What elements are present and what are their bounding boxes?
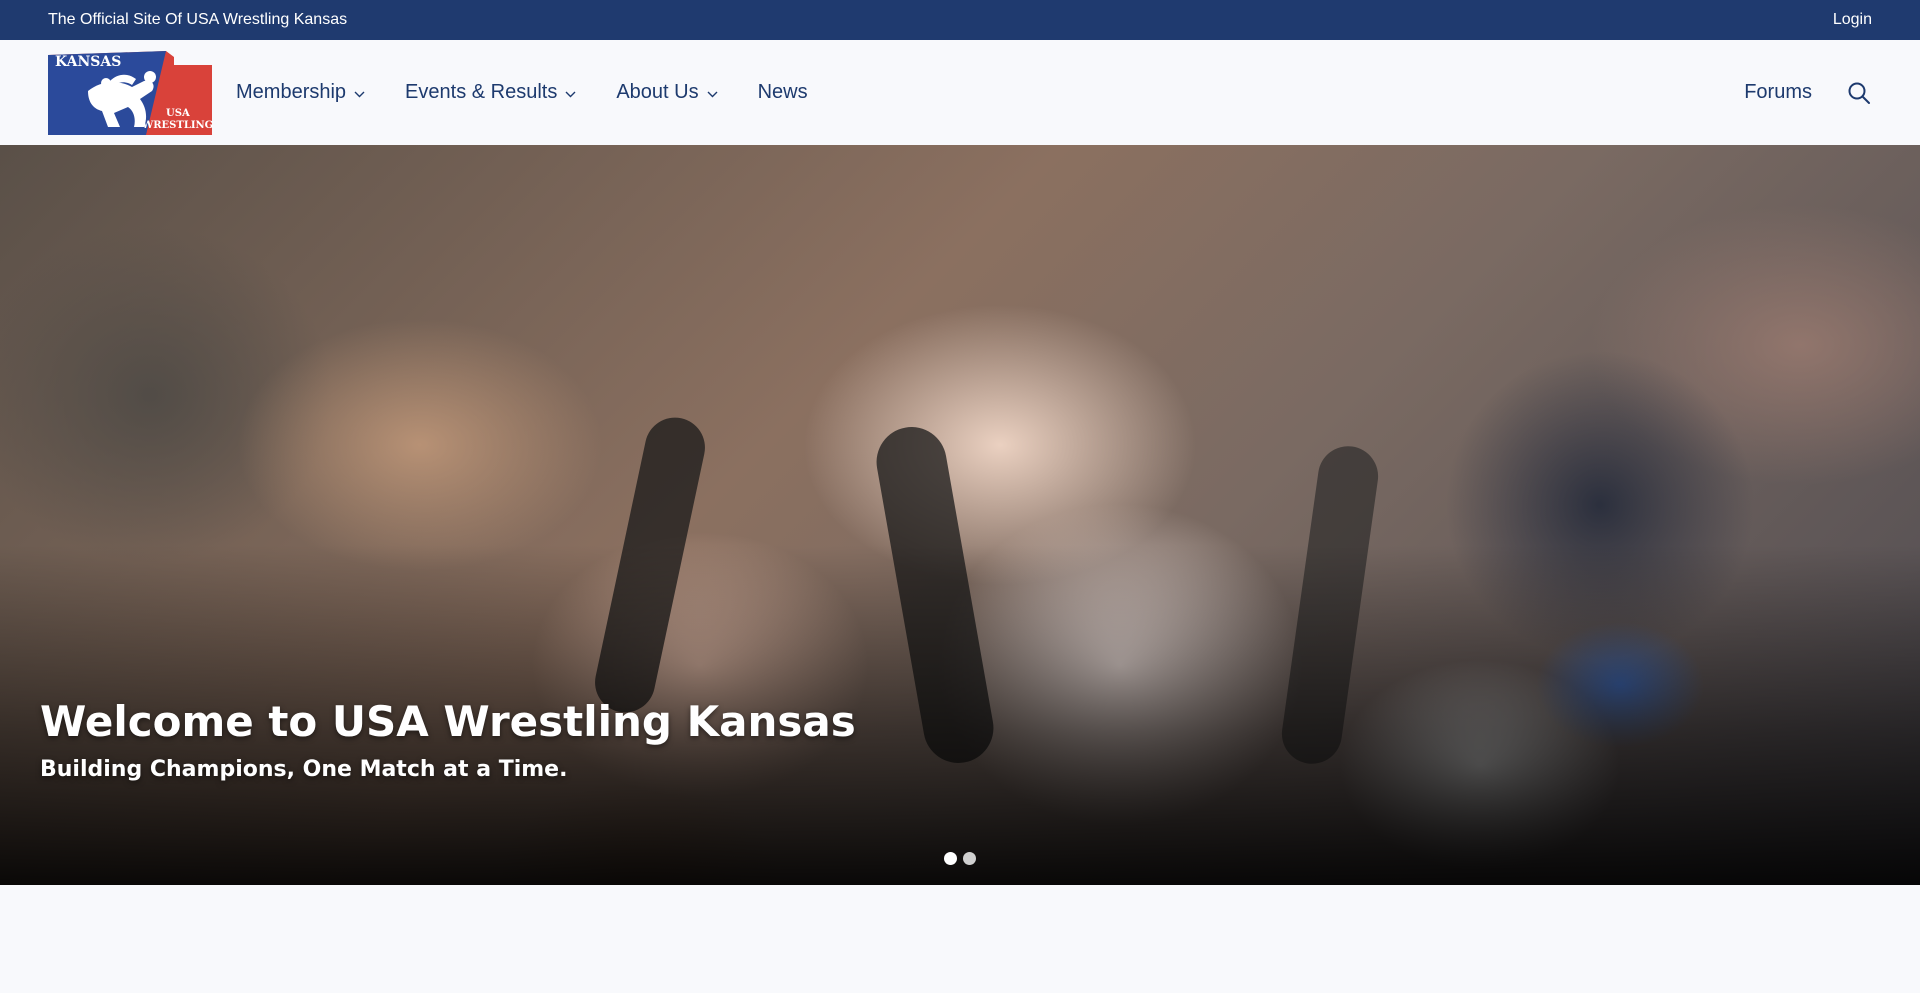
hero-subtitle: Building Champions, One Match at a Time. bbox=[40, 757, 568, 782]
nav-item-membership[interactable]: Membership bbox=[236, 81, 365, 104]
main-header: KANSAS USA WRESTLING Membership Events &… bbox=[0, 40, 1920, 145]
hero-carousel[interactable]: Welcome to USA Wrestling Kansas Building… bbox=[0, 145, 1920, 885]
nav-label-events-results: Events & Results bbox=[405, 81, 558, 103]
nav-item-news[interactable]: News bbox=[758, 81, 808, 104]
logo-line2: WRESTLING bbox=[142, 119, 214, 131]
nav-label-about-us: About Us bbox=[616, 81, 699, 103]
top-bar: The Official Site Of USA Wrestling Kansa… bbox=[0, 0, 1920, 40]
nav-label-membership: Membership bbox=[236, 81, 347, 103]
carousel-dot-2[interactable] bbox=[963, 852, 976, 865]
chevron-down-icon bbox=[565, 81, 576, 104]
carousel-dot-1[interactable] bbox=[944, 852, 957, 865]
forums-link[interactable]: Forums bbox=[1744, 81, 1812, 104]
chevron-down-icon bbox=[707, 81, 718, 104]
carousel-indicators bbox=[944, 852, 982, 865]
hero-title: Welcome to USA Wrestling Kansas bbox=[40, 697, 856, 746]
main-nav: Membership Events & Results About Us New… bbox=[236, 40, 848, 145]
search-icon[interactable] bbox=[1846, 80, 1872, 106]
nav-label-news: News bbox=[757, 81, 808, 103]
usa-wrestling-kansas-logo[interactable]: KANSAS USA WRESTLING bbox=[48, 50, 214, 135]
login-link[interactable]: Login bbox=[1833, 11, 1872, 29]
logo-state-text: KANSAS bbox=[55, 53, 122, 70]
nav-item-events-results[interactable]: Events & Results bbox=[405, 81, 576, 104]
header-right: Forums bbox=[1744, 80, 1872, 106]
chevron-down-icon bbox=[354, 81, 365, 104]
nav-item-about-us[interactable]: About Us bbox=[616, 81, 718, 104]
site-tagline: The Official Site Of USA Wrestling Kansa… bbox=[48, 11, 348, 28]
logo-line1: USA bbox=[166, 107, 190, 119]
